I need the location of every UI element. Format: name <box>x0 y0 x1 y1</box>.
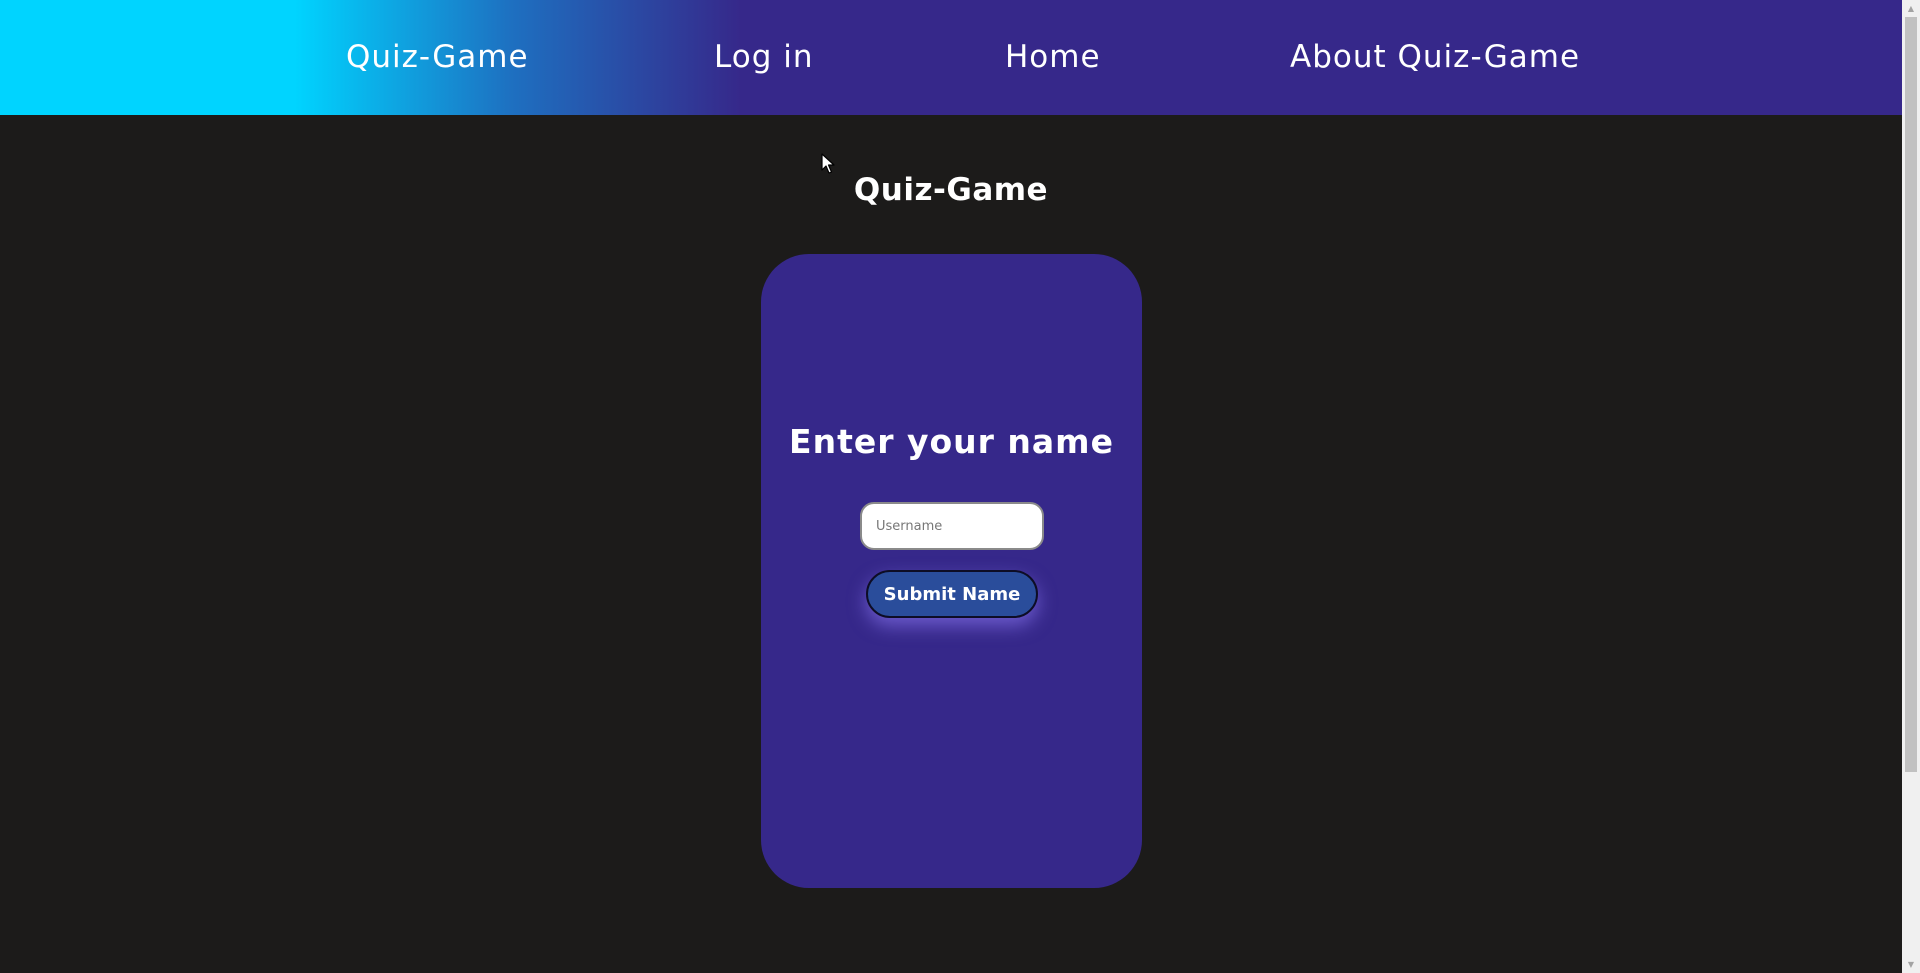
name-entry-card: Enter your name Submit Name <box>761 254 1142 888</box>
submit-name-button[interactable]: Submit Name <box>866 570 1038 618</box>
scroll-down-icon[interactable]: ▼ <box>1902 956 1920 973</box>
nav-home-link[interactable]: Home <box>1005 0 1101 115</box>
page: Quiz-Game Log in Home About Quiz-Game Qu… <box>0 0 1920 973</box>
top-navbar: Quiz-Game Log in Home About Quiz-Game <box>0 0 1902 115</box>
username-input[interactable] <box>860 502 1044 550</box>
scroll-up-icon[interactable]: ▲ <box>1902 0 1920 17</box>
scrollbar-thumb[interactable] <box>1905 17 1917 772</box>
mouse-pointer-icon <box>821 153 835 174</box>
page-title: Quiz-Game <box>853 172 1049 208</box>
nav-login-link[interactable]: Log in <box>714 0 813 115</box>
card-heading: Enter your name <box>789 422 1114 461</box>
nav-about-link[interactable]: About Quiz-Game <box>1290 0 1580 115</box>
vertical-scrollbar[interactable]: ▲ ▼ <box>1902 0 1920 973</box>
nav-brand-link[interactable]: Quiz-Game <box>346 0 529 115</box>
